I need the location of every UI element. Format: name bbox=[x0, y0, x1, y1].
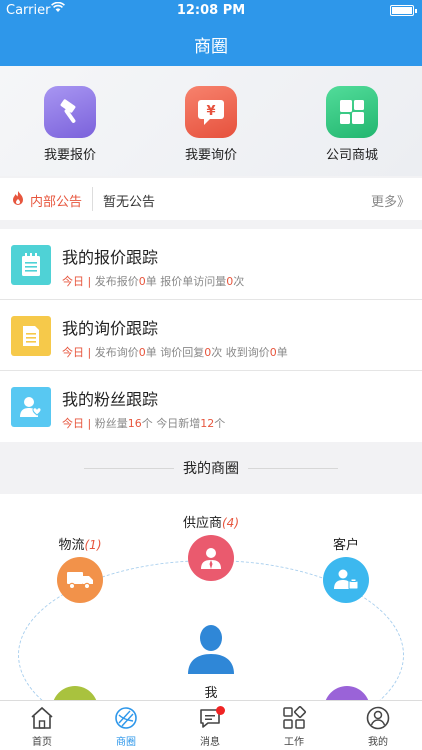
supplier-icon bbox=[188, 535, 234, 581]
customer-label: 客户 bbox=[332, 538, 359, 553]
grid-store-icon bbox=[326, 86, 378, 138]
stat-divider: | bbox=[87, 275, 92, 288]
tracking-list: 我的报价跟踪 今日 | 发布报价0单 报价单访问量0次 我的询价跟踪 今日 | … bbox=[0, 229, 422, 442]
stat-unit: 单 bbox=[276, 346, 288, 359]
battery-icon bbox=[390, 5, 417, 16]
clock: 12:08 PM bbox=[176, 3, 246, 18]
stat-divider: | bbox=[87, 346, 92, 359]
stat-unit: 次 bbox=[211, 346, 223, 359]
inquiry-tracking-row[interactable]: 我的询价跟踪 今日 | 发布询价0单 询价回复0次 收到询价0单 bbox=[0, 300, 422, 371]
supplier-node[interactable]: 供应商(4) bbox=[161, 512, 261, 581]
stat-label: 收到询价 bbox=[225, 346, 270, 359]
inquiry-button[interactable]: ¥ 我要询价 bbox=[161, 86, 261, 163]
track-title: 我的报价跟踪 bbox=[62, 248, 159, 267]
tab-label: 工作 bbox=[284, 737, 304, 748]
track-stats: 今日 | 发布询价0单 询价回复0次 收到询价0单 bbox=[62, 344, 288, 360]
stat-value: 0 bbox=[138, 346, 146, 359]
stat-label: 报价单访问量 bbox=[160, 275, 227, 288]
stat-unit: 个 bbox=[141, 417, 153, 430]
stat-label: 今日新增 bbox=[156, 417, 201, 430]
stat-value: 0 bbox=[138, 275, 146, 288]
stat-unit: 单 bbox=[145, 346, 157, 359]
unread-dot bbox=[216, 706, 225, 715]
track-stats: 今日 | 粉丝量16个 今日新增12个 bbox=[62, 415, 225, 431]
today-label: 今日 bbox=[62, 417, 84, 430]
fans-tracking-row[interactable]: 我的粉丝跟踪 今日 | 粉丝量16个 今日新增12个 bbox=[0, 371, 422, 442]
today-label: 今日 bbox=[62, 275, 84, 288]
tab-work[interactable]: 工作 bbox=[252, 706, 336, 748]
truck-icon bbox=[57, 557, 103, 603]
stat-value: 0 bbox=[269, 346, 277, 359]
page-title: 商圈 bbox=[194, 37, 228, 57]
quote-label: 我要报价 bbox=[43, 148, 96, 163]
header-line-right bbox=[248, 468, 338, 469]
stat-label: 发布报价 bbox=[94, 275, 139, 288]
notice-tag: 内部公告 bbox=[30, 195, 83, 210]
quote-button[interactable]: 我要报价 bbox=[20, 86, 120, 163]
tab-label: 消息 bbox=[200, 737, 220, 748]
customer-icon bbox=[323, 557, 369, 603]
logistics-node[interactable]: 物流(1) bbox=[40, 534, 120, 603]
circle-network-icon bbox=[115, 707, 137, 729]
fire-icon bbox=[11, 190, 25, 210]
me-node[interactable]: 我 bbox=[170, 620, 252, 700]
stat-value: 16 bbox=[127, 417, 142, 430]
inquiry-label: 我要询价 bbox=[184, 148, 237, 163]
quote-tracking-row[interactable]: 我的报价跟踪 今日 | 发布报价0单 报价单访问量0次 bbox=[0, 229, 422, 300]
notice-bar[interactable]: 内部公告 暂无公告 更多》 bbox=[0, 178, 422, 220]
track-title: 我的询价跟踪 bbox=[62, 319, 159, 338]
me-avatar-icon bbox=[170, 620, 252, 678]
profile-icon bbox=[366, 706, 390, 730]
hammer-icon bbox=[44, 86, 96, 138]
supplier-label: 供应商 bbox=[182, 516, 222, 531]
yuan-chat-icon: ¥ bbox=[185, 86, 237, 138]
work-grid-icon bbox=[283, 706, 306, 729]
home-icon bbox=[31, 706, 53, 729]
tab-label: 商圈 bbox=[116, 737, 136, 748]
tab-messages[interactable]: 消息 bbox=[168, 706, 252, 748]
stat-divider: | bbox=[87, 417, 92, 430]
notice-divider bbox=[92, 187, 93, 211]
tab-circle[interactable]: 商圈 bbox=[84, 706, 168, 748]
tab-home[interactable]: 首页 bbox=[0, 706, 84, 748]
stat-label: 发布询价 bbox=[94, 346, 139, 359]
stat-unit: 个 bbox=[214, 417, 226, 430]
tab-bar: 首页 商圈 消息 工作 我的 bbox=[0, 700, 422, 750]
document-icon bbox=[11, 316, 51, 356]
company-store-label: 公司商城 bbox=[325, 148, 378, 163]
circle-section-header: 我的商圈 bbox=[0, 444, 422, 494]
track-title: 我的粉丝跟踪 bbox=[62, 390, 159, 409]
logistics-count: (1) bbox=[84, 538, 102, 552]
circle-title: 我的商圈 bbox=[183, 461, 239, 477]
notice-message: 暂无公告 bbox=[103, 195, 156, 210]
today-label: 今日 bbox=[62, 346, 84, 359]
stat-label: 粉丝量 bbox=[94, 417, 128, 430]
stat-unit: 单 bbox=[145, 275, 157, 288]
fans-icon bbox=[11, 387, 51, 427]
quick-actions: 我要报价 ¥ 我要询价 公司商城 bbox=[0, 66, 422, 176]
svg-text:¥: ¥ bbox=[206, 104, 215, 119]
status-bar: Carrier 12:08 PM bbox=[0, 0, 422, 22]
customer-node[interactable]: 客户 bbox=[306, 534, 386, 603]
me-label: 我 bbox=[204, 686, 218, 700]
supplier-count: (4) bbox=[222, 516, 239, 530]
company-store-button[interactable]: 公司商城 bbox=[302, 86, 402, 163]
stat-label: 询价回复 bbox=[160, 346, 205, 359]
track-stats: 今日 | 发布报价0单 报价单访问量0次 bbox=[62, 273, 244, 289]
notice-more-link[interactable]: 更多》 bbox=[371, 191, 410, 210]
nav-bar: Carrier 12:08 PM 商圈 bbox=[0, 0, 422, 66]
notepad-icon bbox=[11, 245, 51, 285]
circle-diagram: 供应商(4) 物流(1) 客户 我 bbox=[0, 494, 422, 700]
logistics-label: 物流 bbox=[58, 538, 85, 553]
tab-profile[interactable]: 我的 bbox=[336, 706, 420, 748]
tab-label: 首页 bbox=[32, 737, 52, 748]
stat-value: 12 bbox=[200, 417, 215, 430]
stat-unit: 次 bbox=[233, 275, 245, 288]
tab-label: 我的 bbox=[368, 737, 388, 748]
